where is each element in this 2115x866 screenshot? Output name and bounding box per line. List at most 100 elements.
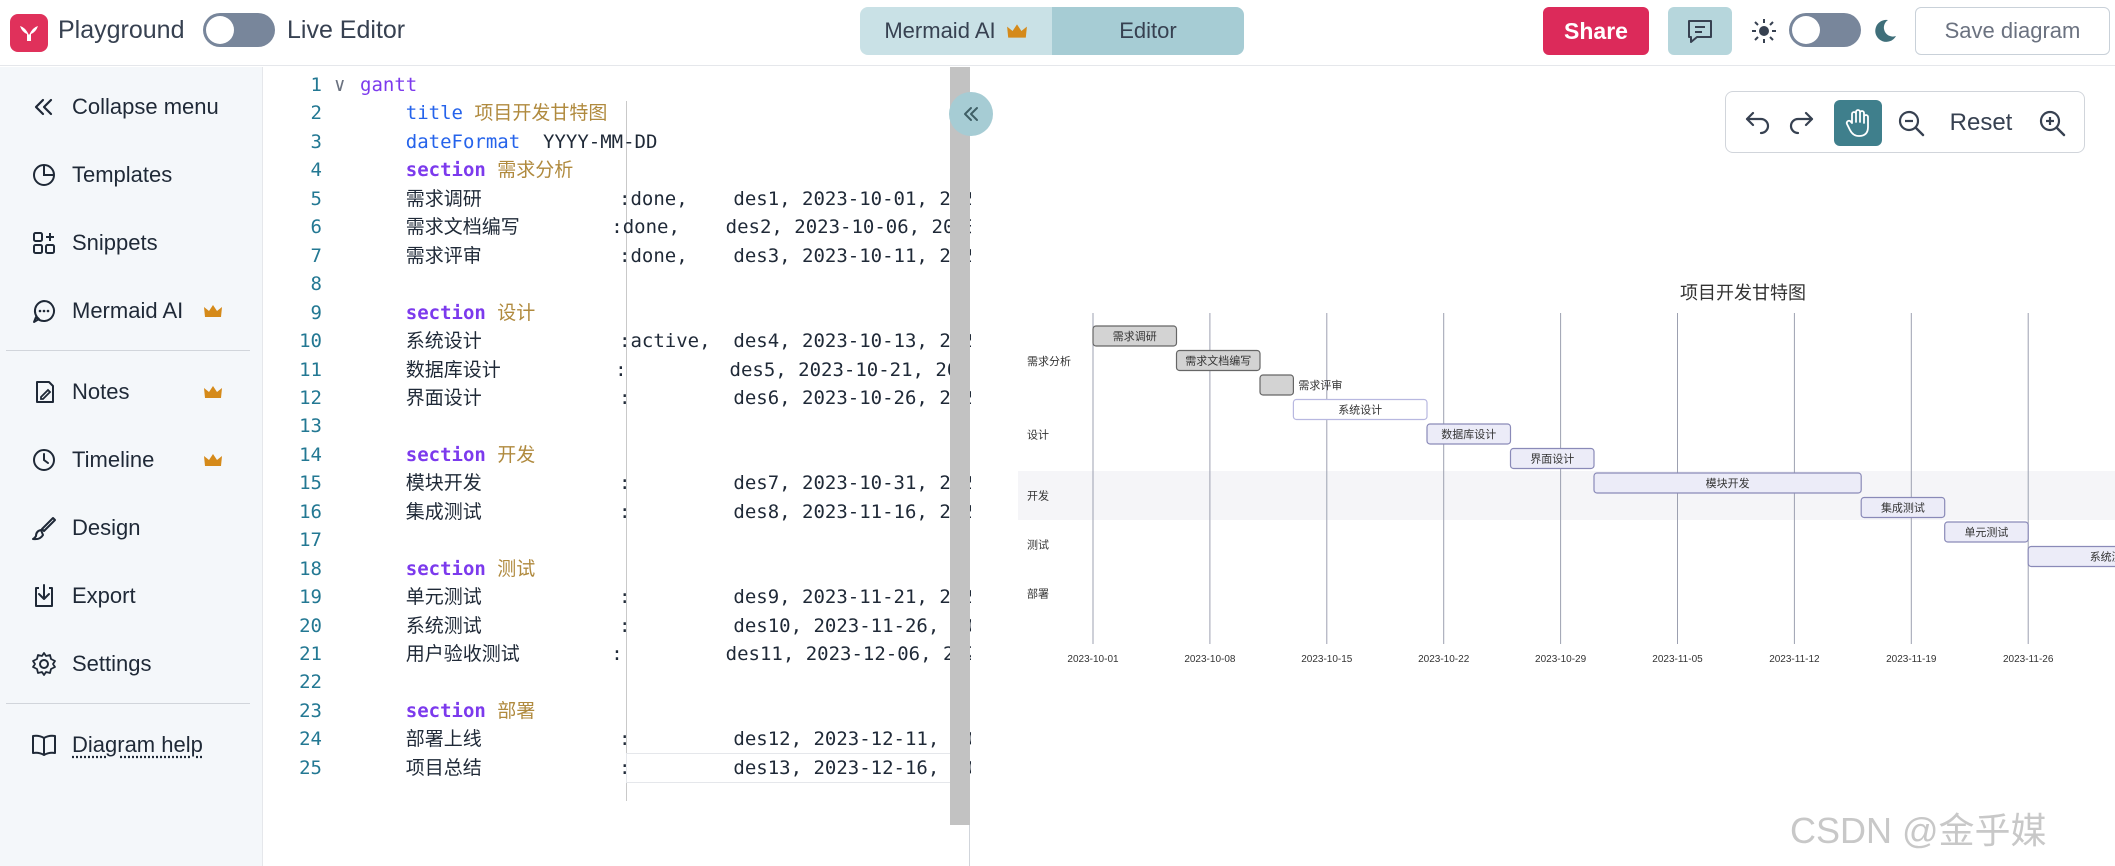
code-line[interactable]: 18 section 测试 — [264, 555, 970, 583]
code-line[interactable]: 22 — [264, 668, 970, 696]
code-line[interactable]: 11 数据库设计 : des5, 2023-10-21, 2023-10-25 — [264, 356, 1050, 384]
zoom-in-icon — [2039, 110, 2066, 137]
sidebar-item-export[interactable]: Export — [30, 576, 136, 616]
sidebar-item-design[interactable]: Design — [30, 508, 140, 548]
sidebar-divider — [6, 350, 250, 351]
sidebar-item-mermaid-ai[interactable]: Mermaid AI — [30, 291, 183, 331]
collapse-editor-button[interactable] — [949, 92, 993, 136]
line-number: 23 — [299, 699, 322, 722]
code-text: section 开发 — [360, 443, 536, 466]
line-number: 24 — [299, 728, 322, 751]
editor-scrollbar[interactable] — [950, 67, 970, 825]
line-number: 5 — [310, 187, 322, 210]
code-line[interactable]: 24 部署上线 : des12, 2023-12-11, 2023-12-15 — [264, 725, 1065, 753]
line-number: 19 — [299, 586, 322, 609]
zoom-out-button[interactable] — [1891, 100, 1931, 146]
task-label: 需求评审 — [1298, 378, 1342, 392]
code-line[interactable]: 6 需求文档编写 :done, des2, 2023-10-06, 2023-1… — [264, 213, 1046, 241]
crown-icon — [204, 454, 222, 466]
crown-icon — [204, 305, 222, 317]
code-line[interactable]: 12 界面设计 : des6, 2023-10-26, 2023-10-30 — [264, 384, 1054, 412]
sidebar-item-snippets[interactable]: Snippets — [30, 223, 158, 263]
double-chevron-left-icon — [964, 107, 978, 121]
templates-icon — [33, 164, 55, 186]
code-line[interactable]: 10 系统设计 :active, des4, 2023-10-13, 2023-… — [264, 327, 1054, 355]
pan-button[interactable] — [1834, 100, 1882, 146]
line-number: 13 — [299, 415, 322, 438]
chat-icon — [1688, 20, 1712, 43]
code-editor[interactable]: 1 ∨ gantt 2 title 项目开发甘特图 3 dateFormat YYYY-… — [264, 67, 1065, 866]
notes-icon — [36, 381, 54, 403]
code-line[interactable]: 16 集成测试 : des8, 2023-11-16, 2023-11-20 — [264, 498, 1054, 526]
code-line[interactable]: 5 需求调研 :done, des1, 2023-10-01, 2023-10-… — [264, 185, 1054, 213]
undo-icon — [1745, 111, 1770, 135]
book-icon — [32, 734, 56, 756]
theme-toggle[interactable] — [1789, 13, 1861, 47]
section-label: 开发 — [1027, 489, 1049, 503]
sidebar-item-collapse-menu[interactable]: Collapse menu — [30, 87, 219, 127]
code-text: section 设计 — [360, 301, 536, 324]
x-tick-label: 2023-10-29 — [1535, 654, 1587, 665]
code-line[interactable]: 17 — [264, 526, 970, 554]
code-line[interactable]: 21 用户验收测试 : des11, 2023-12-06, 2023-12-1… — [264, 640, 1057, 668]
mode-tabs: Mermaid AI Editor — [860, 7, 1244, 55]
code-line[interactable]: 14 section 开发 — [264, 441, 970, 469]
line-number: 21 — [299, 643, 322, 665]
line-number: 4 — [310, 159, 322, 182]
code-line[interactable]: 4 section 需求分析 — [264, 156, 970, 184]
zoom-out-icon — [1898, 110, 1925, 137]
tab-editor[interactable]: Editor — [1052, 7, 1244, 55]
code-text: section 需求分析 — [360, 159, 574, 182]
fold-chevron-icon[interactable]: ∨ — [334, 71, 345, 99]
feedback-button[interactable] — [1668, 7, 1732, 55]
code-text: 数据库设计 : des5, 2023-10-21, 2023-10-25 — [360, 358, 1050, 381]
hand-icon — [1845, 109, 1869, 137]
task-label: 集成测试 — [1881, 501, 1925, 515]
line-number: 15 — [299, 472, 322, 495]
code-line[interactable]: 8 — [264, 270, 970, 298]
diagram-panel[interactable]: 2023-10-01 2023-10-08 2023-10-15 2023-10-22… — [971, 67, 2115, 866]
code-line[interactable]: 19 单元测试 : des9, 2023-11-21, 2023-11-25 — [264, 583, 1054, 611]
sidebar-item-timeline[interactable]: Timeline — [30, 440, 154, 480]
x-tick-label: 2023-11-19 — [1886, 654, 1937, 665]
share-button[interactable]: Share — [1543, 7, 1649, 55]
chat-icon — [33, 300, 55, 323]
save-diagram-button[interactable]: Save diagram — [1915, 7, 2110, 55]
task-label: 模块开发 — [1706, 476, 1750, 490]
code-line[interactable]: 7 需求评审 :done, des3, 2023-10-11, 2023-10-… — [264, 242, 1054, 270]
snippets-icon — [33, 232, 55, 254]
sun-icon — [1752, 19, 1776, 43]
top-bar: Playground Live Editor Mermaid AI Editor… — [0, 0, 2115, 66]
reset-button[interactable]: Reset — [1939, 100, 2023, 146]
code-line[interactable]: 25 项目总结 : des13, 2023-12-16, 2023-12-20 — [264, 754, 1065, 782]
undo-button[interactable] — [1736, 100, 1776, 146]
code-line[interactable]: 23 section 部署 — [264, 697, 970, 725]
mermaid-logo-icon[interactable] — [10, 14, 48, 52]
code-line[interactable]: 9 section 设计 — [264, 299, 970, 327]
sidebar-item-notes[interactable]: Notes — [30, 372, 129, 412]
tab-mermaid-ai[interactable]: Mermaid AI — [860, 7, 1052, 55]
section-label: 测试 — [1027, 539, 1049, 552]
code-line[interactable]: 13 — [264, 412, 970, 440]
playground-toggle[interactable] — [203, 13, 275, 47]
chart-title: 项目开发甘特图 — [1680, 283, 1806, 304]
code-line[interactable]: 1 ∨ gantt — [264, 71, 970, 99]
redo-button[interactable] — [1783, 100, 1823, 146]
code-line[interactable]: 2 title 项目开发甘特图 — [264, 99, 970, 127]
x-tick-label: 2023-11-05 — [1652, 654, 1703, 665]
zoom-in-button[interactable] — [2032, 100, 2072, 146]
line-number: 18 — [299, 557, 322, 580]
collapse-icon — [34, 98, 53, 116]
section-label: 需求分析 — [1027, 354, 1071, 368]
code-text: title 项目开发甘特图 — [360, 102, 608, 125]
sidebar-item-diagram-help[interactable]: Diagram help — [30, 725, 203, 765]
x-tick-label: 2023-10-15 — [1301, 654, 1353, 665]
sidebar-item-templates[interactable]: Templates — [30, 155, 172, 195]
line-number: 10 — [299, 330, 322, 353]
sidebar-item-settings[interactable]: Settings — [30, 644, 152, 684]
task-label: 系统设计 — [1338, 404, 1382, 417]
code-line[interactable]: 20 系统测试 : des10, 2023-11-26, 2023-12-05 — [264, 612, 1065, 640]
redo-icon — [1789, 111, 1814, 135]
code-line[interactable]: 3 dateFormat YYYY-MM-DD — [264, 128, 970, 156]
code-line[interactable]: 15 模块开发 : des7, 2023-10-31, 2023-11-15 — [264, 469, 1054, 497]
